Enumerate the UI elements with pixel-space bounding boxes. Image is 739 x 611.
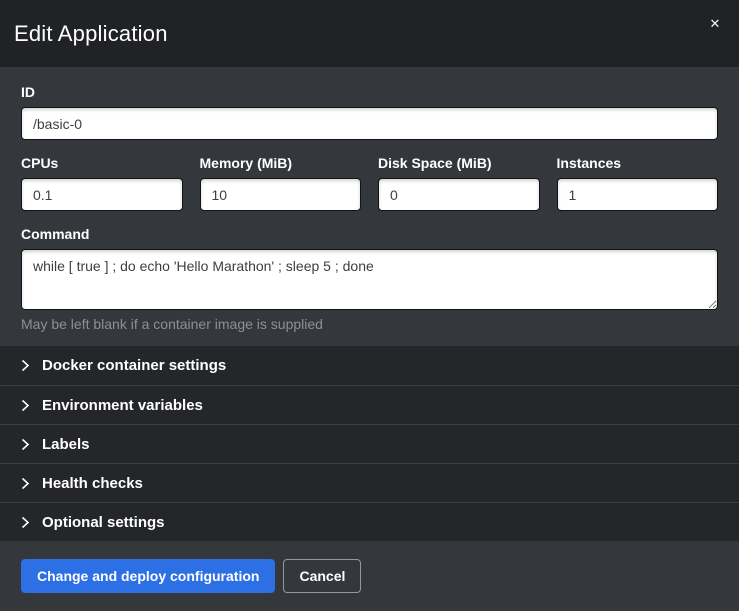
command-label: Command xyxy=(21,226,718,242)
instances-label: Instances xyxy=(557,155,719,171)
section-environment-variables[interactable]: Environment variables xyxy=(0,385,739,424)
command-helper-text: May be left blank if a container image i… xyxy=(21,316,718,332)
cpus-label: CPUs xyxy=(21,155,183,171)
chevron-right-icon xyxy=(21,516,30,529)
close-icon[interactable]: ✕ xyxy=(705,14,725,34)
section-docker-container-settings[interactable]: Docker container settings xyxy=(0,346,739,385)
instances-field-group: Instances xyxy=(557,155,719,211)
id-label: ID xyxy=(21,84,718,100)
memory-input[interactable] xyxy=(200,178,362,211)
memory-field-group: Memory (MiB) xyxy=(200,155,362,211)
chevron-right-icon xyxy=(21,359,30,372)
command-textarea[interactable]: while [ true ] ; do echo 'Hello Marathon… xyxy=(21,249,718,310)
id-field-group: ID xyxy=(21,84,718,140)
memory-label: Memory (MiB) xyxy=(200,155,362,171)
disk-input[interactable] xyxy=(378,178,540,211)
cpus-input[interactable] xyxy=(21,178,183,211)
accordion-sections: Docker container settings Environment va… xyxy=(0,346,739,541)
edit-application-modal: Edit Application ✕ ID CPUs Memory (MiB) … xyxy=(0,0,739,599)
command-field-group: Command while [ true ] ; do echo 'Hello … xyxy=(21,226,718,332)
section-label: Optional settings xyxy=(42,514,165,531)
chevron-right-icon xyxy=(21,477,30,490)
resources-row: CPUs Memory (MiB) Disk Space (MiB) Insta… xyxy=(21,155,718,211)
section-labels[interactable]: Labels xyxy=(0,424,739,463)
chevron-right-icon xyxy=(21,399,30,412)
disk-label: Disk Space (MiB) xyxy=(378,155,540,171)
cpus-field-group: CPUs xyxy=(21,155,183,211)
modal-title: Edit Application xyxy=(14,21,168,47)
section-label: Labels xyxy=(42,436,90,453)
section-optional-settings[interactable]: Optional settings xyxy=(0,502,739,541)
section-label: Docker container settings xyxy=(42,357,226,374)
chevron-right-icon xyxy=(21,438,30,451)
disk-field-group: Disk Space (MiB) xyxy=(378,155,540,211)
change-and-deploy-button[interactable]: Change and deploy configuration xyxy=(21,559,275,593)
modal-header: Edit Application ✕ xyxy=(0,0,739,67)
id-input[interactable] xyxy=(21,107,718,140)
section-label: Health checks xyxy=(42,475,143,492)
cancel-button[interactable]: Cancel xyxy=(283,559,361,593)
section-health-checks[interactable]: Health checks xyxy=(0,463,739,502)
modal-body: ID CPUs Memory (MiB) Disk Space (MiB) In… xyxy=(0,67,739,541)
section-label: Environment variables xyxy=(42,397,203,414)
modal-footer: Change and deploy configuration Cancel xyxy=(0,541,739,611)
instances-input[interactable] xyxy=(557,178,719,211)
